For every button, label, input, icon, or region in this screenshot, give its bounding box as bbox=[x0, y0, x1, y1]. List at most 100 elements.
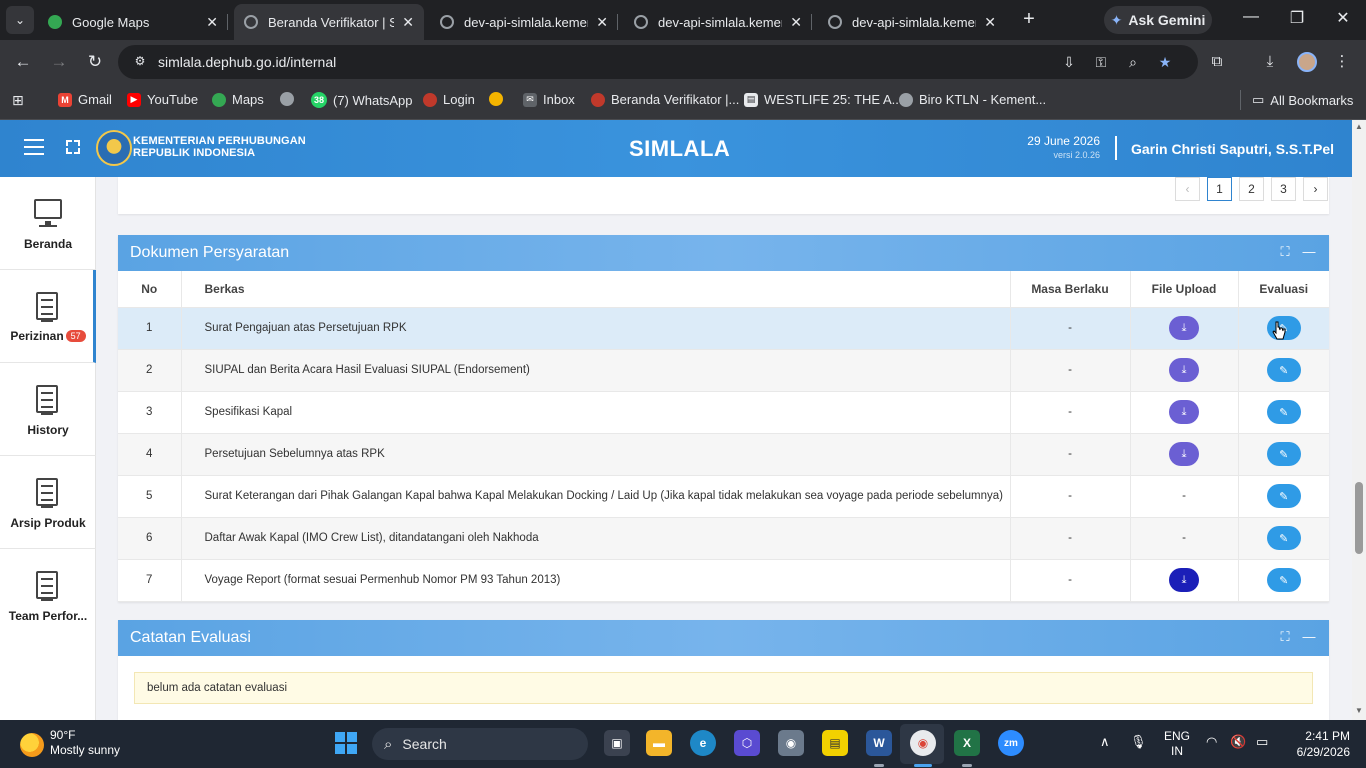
volume-muted-icon[interactable]: 🔇 bbox=[1230, 734, 1246, 750]
pagination-next[interactable]: › bbox=[1303, 177, 1328, 201]
menu-kebab-icon[interactable]: ⋮ bbox=[1332, 52, 1352, 72]
url-text[interactable]: simlala.dephub.go.id/internal bbox=[158, 54, 336, 70]
back-button[interactable]: ← bbox=[12, 51, 34, 73]
sticky-notes-icon[interactable]: ▤ bbox=[822, 730, 848, 756]
downloads-icon[interactable]: ⤓ bbox=[1260, 52, 1280, 72]
download-button[interactable]: ⤓ bbox=[1169, 400, 1199, 424]
excel-icon[interactable]: X bbox=[954, 730, 980, 756]
expand-icon[interactable]: ⛶ bbox=[1278, 245, 1292, 259]
system-clock[interactable]: 2:41 PM 6/29/2026 bbox=[1290, 728, 1350, 760]
close-icon[interactable]: ✕ bbox=[984, 14, 996, 31]
evaluate-button[interactable]: ✎ bbox=[1266, 400, 1301, 424]
tab-beranda-verifikator[interactable]: Beranda Verifikator | Si ✕ bbox=[234, 4, 424, 40]
camera-icon[interactable]: ◉ bbox=[778, 730, 804, 756]
bookmark-whatsapp[interactable]: 38 (7) WhatsApp bbox=[311, 92, 412, 108]
download-button[interactable]: ⤓ bbox=[1169, 568, 1199, 592]
window-close-button[interactable]: ✕ bbox=[1328, 8, 1358, 28]
hamburger-menu-icon[interactable] bbox=[24, 139, 44, 155]
microphone-icon[interactable]: 🎙 bbox=[1130, 734, 1147, 750]
apps-grid-icon[interactable]: ⊞ bbox=[12, 92, 24, 109]
tray-chevron-icon[interactable]: ∧ bbox=[1100, 734, 1110, 750]
windows-start-icon[interactable] bbox=[335, 732, 357, 754]
wifi-icon[interactable]: ◠ bbox=[1206, 734, 1217, 750]
chrome-icon[interactable]: ◉ bbox=[910, 730, 936, 756]
zoom-icon[interactable]: zm bbox=[998, 730, 1024, 756]
evaluate-button[interactable]: ✎ bbox=[1266, 442, 1301, 466]
forward-button[interactable]: → bbox=[48, 51, 70, 73]
bookmark-star-icon[interactable]: ★ bbox=[1156, 53, 1174, 71]
bookmark-westlife[interactable]: ▤ WESTLIFE 25: THE A... bbox=[744, 92, 902, 107]
pagination-page-3[interactable]: 3 bbox=[1271, 177, 1296, 201]
scroll-up-icon[interactable]: ▲ bbox=[1355, 122, 1363, 131]
restore-button[interactable]: ❐ bbox=[1282, 8, 1312, 28]
scrollbar-thumb[interactable] bbox=[1355, 482, 1363, 554]
sidebar-item-team-performance[interactable]: Team Perfor... bbox=[0, 549, 96, 642]
collapse-icon[interactable]: — bbox=[1302, 630, 1316, 644]
bookmark-pinwheel[interactable] bbox=[489, 92, 503, 106]
ask-gemini-button[interactable]: ✦ Ask Gemini bbox=[1104, 6, 1212, 34]
file-explorer-icon[interactable]: ▬ bbox=[646, 730, 672, 756]
extensions-icon[interactable]: ⧉ bbox=[1207, 52, 1227, 72]
weather-widget[interactable]: 90°F Mostly sunny bbox=[50, 728, 120, 758]
profile-avatar[interactable] bbox=[1297, 52, 1317, 72]
password-key-icon[interactable]: ⚿ bbox=[1092, 53, 1110, 71]
main-content: ‹ 1 2 3 › Dokumen Persyaratan ⛶ — No Ber… bbox=[96, 177, 1352, 720]
bookmark-biro-ktln[interactable]: Biro KTLN - Kement... bbox=[899, 92, 1046, 107]
tab-search-button[interactable]: ⌄ bbox=[6, 6, 34, 34]
close-icon[interactable]: ✕ bbox=[402, 14, 414, 31]
site-info-icon[interactable]: ⚙ bbox=[132, 54, 148, 70]
language-indicator[interactable]: ENG IN bbox=[1164, 729, 1190, 759]
tab-dev-api-3[interactable]: dev-api-simlala.kemenh ✕ bbox=[818, 4, 1006, 40]
expand-icon[interactable]: ⛶ bbox=[1278, 630, 1292, 644]
download-button[interactable]: ⤓ bbox=[1169, 358, 1199, 382]
collapse-icon[interactable]: — bbox=[1302, 245, 1316, 259]
evaluate-button[interactable]: ✎ bbox=[1266, 568, 1301, 592]
scroll-down-icon[interactable]: ▼ bbox=[1355, 706, 1363, 715]
tab-google-maps[interactable]: Google Maps ✕ bbox=[38, 4, 228, 40]
page-scrollbar[interactable]: ▲ ▼ bbox=[1352, 120, 1366, 720]
download-button[interactable]: ⤓ bbox=[1169, 442, 1199, 466]
taskbar: 90°F Mostly sunny ⌕ Search ▣ ▬ e ⬡ ◉ ▤ W… bbox=[0, 720, 1366, 768]
bookmark-beranda-verifikator[interactable]: Beranda Verifikator |... bbox=[591, 92, 739, 107]
close-icon[interactable]: ✕ bbox=[790, 14, 802, 31]
col-masa-berlaku: Masa Berlaku bbox=[1010, 271, 1131, 308]
evaluate-button[interactable]: ✎ bbox=[1266, 484, 1301, 508]
sidebar-item-arsip-produk[interactable]: Arsip Produk bbox=[0, 456, 96, 549]
tab-dev-api-2[interactable]: dev-api-simlala.kemenh ✕ bbox=[624, 4, 812, 40]
taskbar-search[interactable]: ⌕ Search bbox=[372, 728, 588, 760]
bookmark-youtube[interactable]: ▶ YouTube bbox=[127, 92, 198, 107]
word-icon[interactable]: W bbox=[866, 730, 892, 756]
user-name[interactable]: Garin Christi Saputri, S.S.T.Pel bbox=[1131, 141, 1334, 157]
sidebar-item-perizinan[interactable]: Perizinan 57 bbox=[0, 270, 96, 363]
maps-pin-icon bbox=[48, 15, 62, 29]
bookmark-inbox[interactable]: ✉ Inbox bbox=[523, 92, 575, 107]
evaluate-button[interactable]: ✎ bbox=[1266, 358, 1301, 382]
address-bar[interactable]: ⚙ simlala.dephub.go.id/internal ⇩ ⚿ ⌕ ★ bbox=[118, 45, 1198, 79]
bookmark-login[interactable]: Login bbox=[423, 92, 475, 107]
task-view-icon[interactable]: ▣ bbox=[604, 730, 630, 756]
evaluate-button[interactable]: ✎ bbox=[1266, 526, 1301, 550]
battery-icon[interactable]: ▭ bbox=[1256, 734, 1268, 750]
tab-dev-api-1[interactable]: dev-api-simlala.kemenh ✕ bbox=[430, 4, 618, 40]
reload-button[interactable]: ↻ bbox=[84, 51, 106, 73]
close-icon[interactable]: ✕ bbox=[206, 14, 218, 31]
bookmark-gmail[interactable]: M Gmail bbox=[58, 92, 112, 107]
app-hexagon-icon[interactable]: ⬡ bbox=[734, 730, 760, 756]
weather-sun-icon[interactable] bbox=[20, 733, 44, 757]
edge-icon[interactable]: e bbox=[690, 730, 716, 756]
close-icon[interactable]: ✕ bbox=[596, 14, 608, 31]
fullscreen-icon[interactable] bbox=[64, 138, 82, 156]
pagination-page-1[interactable]: 1 bbox=[1207, 177, 1232, 201]
sidebar-item-beranda[interactable]: Beranda bbox=[0, 177, 96, 270]
all-bookmarks[interactable]: ▭ All Bookmarks bbox=[1252, 92, 1353, 108]
minimize-button[interactable]: — bbox=[1236, 8, 1266, 26]
install-app-icon[interactable]: ⇩ bbox=[1060, 53, 1078, 71]
new-tab-button[interactable]: + bbox=[1018, 8, 1040, 30]
pagination-prev[interactable]: ‹ bbox=[1175, 177, 1200, 201]
download-button[interactable]: ⤓ bbox=[1169, 316, 1199, 340]
pagination-page-2[interactable]: 2 bbox=[1239, 177, 1264, 201]
bookmark-globe[interactable] bbox=[280, 92, 294, 106]
sidebar-item-history[interactable]: History bbox=[0, 363, 96, 456]
bookmark-maps[interactable]: Maps bbox=[212, 92, 264, 107]
zoom-icon[interactable]: ⌕ bbox=[1124, 53, 1142, 71]
